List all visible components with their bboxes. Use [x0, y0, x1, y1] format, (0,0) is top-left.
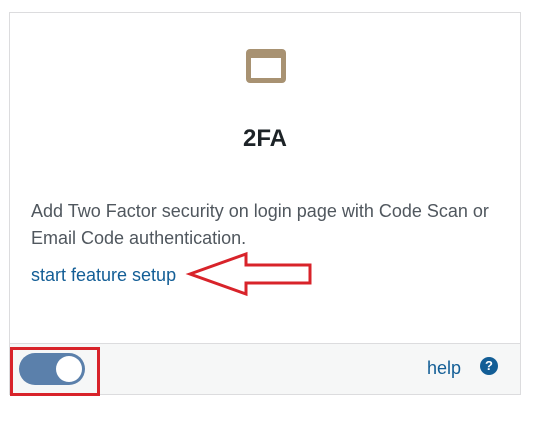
red-arrow-annotation [185, 251, 312, 297]
help-link[interactable]: help [427, 356, 461, 380]
feature-card: 2FA Add Two Factor security on login pag… [9, 12, 521, 395]
toggle-highlight-box [10, 347, 100, 396]
start-feature-setup-link[interactable]: start feature setup [31, 262, 176, 289]
feature-title: 2FA [242, 125, 287, 152]
window-icon [246, 49, 286, 83]
feature-description: Add Two Factor security on login page wi… [31, 201, 489, 248]
help-icon[interactable]: ? [480, 357, 498, 375]
